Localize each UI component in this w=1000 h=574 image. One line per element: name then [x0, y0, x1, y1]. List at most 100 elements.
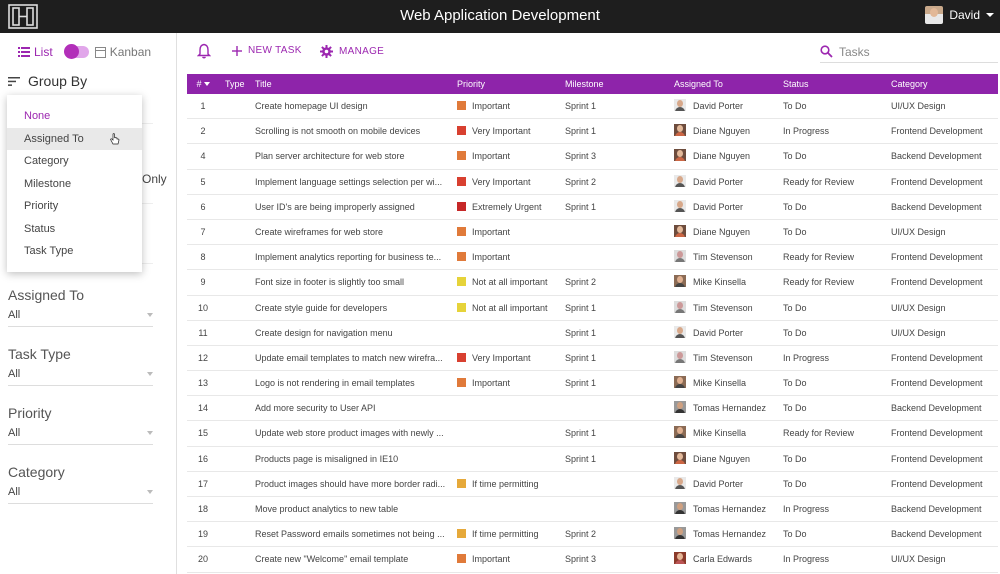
table-row[interactable]: 5 Implement language settings selection p…	[187, 170, 998, 195]
view-toggle-switch[interactable]	[63, 44, 89, 59]
assignee-cell: David Porter	[674, 170, 779, 194]
category-cell: UI/UX Design	[891, 101, 946, 111]
status-cell: To Do	[783, 403, 807, 414]
task-title[interactable]: Create new "Welcome" email template	[255, 547, 449, 571]
task-title[interactable]: User ID's are being improperly assigned	[255, 195, 449, 219]
table-row[interactable]: 11 Create design for navigation menu Sprin…	[187, 321, 998, 346]
table-row[interactable]: 12 Update email templates to match new wi…	[187, 346, 998, 372]
table-row[interactable]: 15 Update web store product images with n…	[187, 421, 998, 447]
table-row[interactable]: 10 Create style guide for developers Not a…	[187, 296, 998, 321]
table-row[interactable]: 17 Product images should have more border…	[187, 472, 998, 497]
column-header-number[interactable]: #	[187, 74, 219, 94]
new-task-button[interactable]: NEW TASK	[232, 45, 302, 56]
table-row[interactable]: 16 Products page is misaligned in IE10 Spr…	[187, 447, 998, 472]
sort-down-icon	[203, 82, 210, 86]
table-row[interactable]: 1 Create homepage UI design Important Sprin…	[187, 94, 998, 120]
assignee-name: Diane Nguyen	[693, 453, 751, 464]
column-header-milestone[interactable]: Milestone	[565, 74, 665, 94]
filter-select[interactable]: All	[8, 309, 153, 327]
table-row[interactable]: 9 Font size in footer is slightly too sma…	[187, 270, 998, 296]
task-title[interactable]: Font size in footer is slightly too smal…	[255, 270, 449, 294]
task-title[interactable]: Create wireframes for web store	[255, 220, 449, 244]
priority-color-swatch	[457, 554, 466, 564]
task-title[interactable]: Create homepage UI design	[255, 94, 449, 118]
dropdown-option-assigned-to[interactable]: Assigned To	[7, 127, 142, 150]
dropdown-option-category[interactable]: Category	[7, 150, 142, 173]
column-header-assigned-to[interactable]: Assigned To	[674, 74, 779, 94]
task-title[interactable]: Product images should have more border r…	[255, 472, 449, 496]
task-number: 20	[197, 554, 208, 565]
dropdown-option-priority[interactable]: Priority	[7, 195, 142, 218]
assignee-cell: Mike Kinsella	[674, 270, 779, 294]
user-menu[interactable]: David	[925, 6, 994, 24]
priority-color-swatch	[457, 302, 466, 312]
task-title[interactable]: Add more security to User API	[255, 396, 449, 420]
avatar	[674, 224, 686, 237]
column-header-type[interactable]: Type	[225, 74, 249, 94]
task-title[interactable]: Update email templates to match new wire…	[255, 346, 449, 370]
task-number: 6	[200, 201, 206, 212]
search-input[interactable]: Tasks	[820, 41, 998, 63]
table-row[interactable]: 8 Implement analytics reporting for busin…	[187, 245, 998, 271]
filter-value: All	[8, 309, 21, 321]
task-title[interactable]: Scrolling is not smooth on mobile device…	[255, 119, 449, 143]
task-title[interactable]: Create style guide for developers	[255, 296, 449, 320]
task-title[interactable]: Logo is not rendering in email templates	[255, 371, 449, 395]
chevron-down-icon	[147, 431, 153, 435]
task-title[interactable]: Create design for navigation menu	[255, 321, 449, 345]
filter-select[interactable]: All	[8, 368, 153, 386]
filter-task-type: Task Type All	[8, 346, 153, 386]
table-row[interactable]: 14 Add more security to User API Tomas Her…	[187, 396, 998, 422]
table-row[interactable]: 6 User ID's are being improperly assigned…	[187, 195, 998, 220]
priority-label: Very Important	[472, 126, 531, 137]
category-cell: Backend Development	[891, 504, 982, 514]
dropdown-option-none[interactable]: None	[7, 105, 142, 128]
assignee-name: Mike Kinsella	[693, 378, 747, 389]
dropdown-option-milestone[interactable]: Milestone	[7, 173, 142, 196]
dropdown-option-status[interactable]: Status	[7, 218, 142, 241]
status-cell: Ready for Review	[783, 176, 855, 187]
column-header-status[interactable]: Status	[783, 74, 887, 94]
priority-cell: Important	[457, 371, 557, 395]
category-cell: Frontend Development	[891, 428, 983, 439]
task-title[interactable]: Move product analytics to new table	[255, 497, 449, 521]
column-header-title[interactable]: Title	[255, 74, 449, 94]
category-cell: UI/UX Design	[891, 226, 946, 237]
assignee-cell: Tim Stevenson	[674, 245, 779, 269]
category-cell: Backend Development	[891, 403, 982, 414]
table-row[interactable]: 20 Create new "Welcome" email template Imp…	[187, 547, 998, 573]
filter-select[interactable]: All	[8, 427, 153, 445]
status-cell: To Do	[783, 453, 807, 464]
list-icon	[18, 47, 30, 57]
assignee-name: Diane Nguyen	[693, 151, 751, 162]
table-row[interactable]: 13 Logo is not rendering in email templat…	[187, 371, 998, 397]
category-cell: Frontend Development	[891, 453, 983, 464]
filter-select[interactable]: All	[8, 486, 153, 504]
partial-label: Only	[142, 172, 167, 186]
table-row[interactable]: 7 Create wireframes for web store Importan…	[187, 220, 998, 246]
status-cell: Ready for Review	[783, 277, 855, 288]
table-row[interactable]: 18 Move product analytics to new table Tom…	[187, 497, 998, 523]
view-list-button[interactable]: List	[18, 45, 53, 59]
column-header-priority[interactable]: Priority	[457, 74, 557, 94]
table-row[interactable]: 2 Scrolling is not smooth on mobile devic…	[187, 119, 998, 145]
task-title[interactable]: Implement language settings selection pe…	[255, 170, 449, 194]
table-header: # Type Title Priority Milestone Assigned…	[187, 74, 998, 94]
group-by[interactable]: Group By	[8, 73, 87, 89]
task-title[interactable]: Reset Password emails sometimes not bein…	[255, 522, 449, 546]
view-kanban-button[interactable]: Kanban	[94, 45, 151, 59]
dropdown-option-task-type[interactable]: Task Type	[7, 240, 142, 263]
priority-label: Not at all important	[472, 302, 548, 313]
manage-button[interactable]: MANAGE	[320, 45, 384, 58]
search-icon	[820, 45, 833, 58]
table-row[interactable]: 19 Reset Password emails sometimes not be…	[187, 522, 998, 548]
table-row[interactable]: 4 Plan server architecture for web store I…	[187, 144, 998, 170]
task-title[interactable]: Plan server architecture for web store	[255, 144, 449, 168]
task-title[interactable]: Implement analytics reporting for busine…	[255, 245, 449, 269]
task-title[interactable]: Products page is misaligned in IE10	[255, 447, 449, 471]
avatar	[674, 451, 686, 464]
status-cell: To Do	[783, 151, 807, 162]
task-title[interactable]: Update web store product images with new…	[255, 421, 449, 445]
bell-icon[interactable]	[197, 43, 211, 59]
column-header-category[interactable]: Category	[891, 74, 998, 94]
